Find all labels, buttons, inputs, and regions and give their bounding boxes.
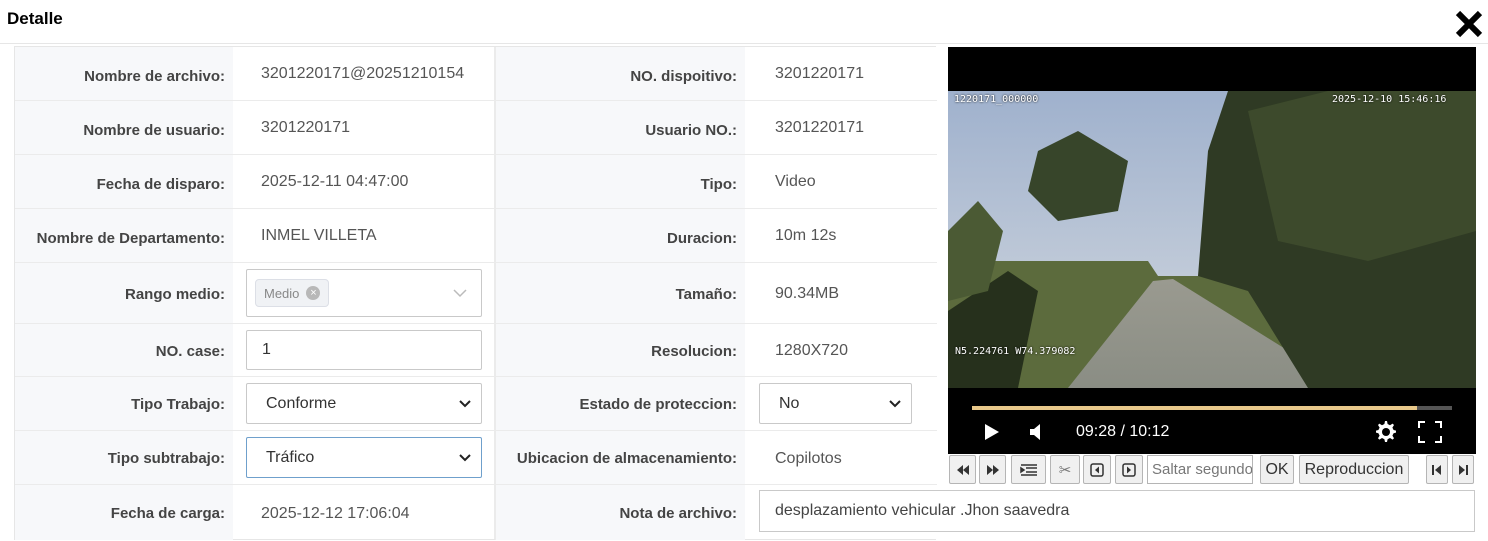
value-nombre-usuario: 3201220171	[261, 119, 350, 136]
prev-frame-icon[interactable]	[1083, 455, 1111, 484]
value-fecha-carga: 2025-12-12 17:06:04	[261, 504, 410, 522]
play-icon[interactable]	[984, 423, 1000, 446]
seek-seconds-input[interactable]: Saltar segundos	[1147, 455, 1253, 484]
medio-tag: Medio ×	[255, 279, 330, 307]
value-no-dispositivo: 3201220171	[775, 65, 864, 82]
settings-gear-icon[interactable]	[1374, 420, 1398, 449]
fullscreen-icon[interactable]	[1418, 421, 1442, 448]
label-fecha-disparo: Fecha de disparo:	[15, 155, 233, 208]
no-case-value: 1	[262, 341, 271, 358]
ok-button[interactable]: OK	[1260, 455, 1294, 484]
chevron-down-icon	[453, 289, 467, 298]
label-tipo-trabajo: Tipo Trabajo:	[15, 377, 233, 430]
table-row: Nombre de archivo: 3201220171@2025121015…	[15, 47, 937, 101]
value-tipo: Video	[775, 173, 816, 190]
table-row: Tipo subtrabajo: Tráfico Ubicacion de al…	[15, 431, 937, 485]
playback-toolbar: ✂ Saltar segundos OK Reproduccion	[948, 455, 1476, 485]
osd-gps: N5.224761 W74.379082	[955, 346, 1076, 357]
label-usuario-no: Usuario NO.:	[495, 101, 745, 154]
label-nombre-archivo: Nombre de archivo:	[15, 47, 233, 100]
value-nombre-archivo: 3201220171@20251210154	[261, 65, 465, 82]
estado-proteccion-select[interactable]: No	[759, 383, 912, 424]
tipo-subtrabajo-value: Tráfico	[266, 448, 315, 466]
dashcam-scene	[948, 91, 1476, 388]
label-tipo: Tipo:	[495, 155, 745, 208]
nota-archivo-input[interactable]: desplazamiento vehicular .Jhon saavedra	[759, 490, 1475, 532]
scissors-icon[interactable]: ✂	[1050, 455, 1080, 484]
value-tamano: 90.34MB	[775, 285, 840, 302]
rango-medio-select[interactable]: Medio ×	[246, 269, 482, 317]
label-fecha-carga: Fecha de carga:	[15, 485, 233, 540]
label-tipo-subtrabajo: Tipo subtrabajo:	[15, 431, 233, 484]
label-nombre-departamento: Nombre de Departamento:	[15, 209, 233, 262]
no-case-input[interactable]: 1	[246, 330, 482, 370]
osd-device-id: 1220171_000000	[954, 94, 1039, 105]
dialog-title: Detalle	[7, 9, 63, 28]
list-icon[interactable]	[1011, 455, 1046, 484]
label-nombre-usuario: Nombre de usuario:	[15, 101, 233, 154]
estado-proteccion-value: No	[779, 394, 800, 412]
tipo-trabajo-value: Conforme	[266, 394, 337, 412]
value-usuario-no: 3201220171	[775, 119, 864, 136]
close-icon[interactable]	[1453, 8, 1485, 40]
nota-archivo-value: desplazamiento vehicular .Jhon saavedra	[775, 502, 1070, 519]
seek-placeholder: Saltar segundos	[1152, 461, 1253, 478]
value-fecha-disparo: 2025-12-11 04:47:00	[261, 173, 409, 190]
label-estado-proteccion: Estado de proteccion:	[495, 377, 745, 430]
skip-end-icon[interactable]	[1452, 455, 1474, 484]
video-player[interactable]: 1220171_000000 2025-12-10 15:46:16 N5.22…	[948, 47, 1476, 454]
skip-start-icon[interactable]	[1426, 455, 1448, 484]
tag-remove-icon[interactable]: ×	[306, 286, 321, 300]
dialog-header: Detalle	[0, 0, 1488, 44]
fast-forward-icon[interactable]	[979, 455, 1006, 484]
value-resolucion: 1280X720	[775, 342, 848, 359]
label-duracion: Duracion:	[495, 209, 745, 262]
label-resolucion: Resolucion:	[495, 324, 745, 376]
detail-table: Nombre de archivo: 3201220171@2025121015…	[14, 46, 937, 540]
next-frame-icon[interactable]	[1115, 455, 1143, 484]
value-duracion: 10m 12s	[775, 227, 837, 244]
medio-tag-label: Medio	[264, 285, 300, 301]
table-row: Nombre de usuario: 3201220171 Usuario NO…	[15, 101, 937, 155]
progress-fill	[972, 406, 1418, 410]
table-row: Fecha de disparo: 2025-12-11 04:47:00 Ti…	[15, 155, 937, 209]
table-row: NO. case: 1 Resolucion: 1280X720	[15, 324, 937, 377]
volume-icon[interactable]	[1028, 423, 1046, 446]
rewind-icon[interactable]	[949, 455, 976, 484]
value-nombre-departamento: INMEL VILLETA	[261, 227, 377, 244]
table-row: Tipo Trabajo: Conforme Estado de protecc…	[15, 377, 937, 431]
tipo-trabajo-select[interactable]: Conforme	[246, 383, 482, 424]
label-nota-archivo: Nota de archivo:	[495, 485, 745, 540]
table-row: Nombre de Departamento: INMEL VILLETA Du…	[15, 209, 937, 263]
chevron-down-icon	[459, 399, 471, 407]
label-tamano: Tamaño:	[495, 263, 745, 323]
label-no-dispositivo: NO. dispoitivo:	[495, 47, 745, 100]
playback-button[interactable]: Reproduccion	[1299, 455, 1409, 484]
table-row: Rango medio: Medio × Tamaño: 90.34MB	[15, 263, 937, 324]
video-frame: 1220171_000000 2025-12-10 15:46:16 N5.22…	[948, 91, 1476, 388]
chevron-down-icon	[889, 399, 901, 407]
progress-bar[interactable]	[972, 406, 1452, 410]
label-no-case: NO. case:	[15, 324, 233, 376]
label-ubicacion-almacenamiento: Ubicacion de almacenamiento:	[495, 431, 745, 484]
label-rango-medio: Rango medio:	[15, 263, 233, 323]
value-ubicacion-almacenamiento: Copilotos	[775, 449, 842, 467]
time-display: 09:28 / 10:12	[1076, 423, 1170, 440]
chevron-down-icon	[459, 453, 471, 461]
tipo-subtrabajo-select[interactable]: Tráfico	[246, 437, 482, 478]
osd-datetime: 2025-12-10 15:46:16	[1332, 94, 1447, 105]
